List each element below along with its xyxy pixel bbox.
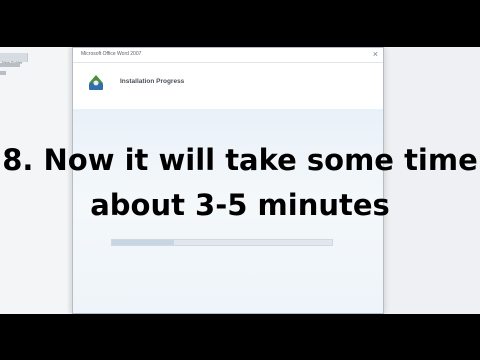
- caption-line-2: about 3-5 minutes: [90, 188, 390, 222]
- install-progress-fill: [112, 240, 174, 245]
- list-item[interactable]: [0, 63, 20, 67]
- installer-window: Microsoft Office Word 2007 × Installatio…: [72, 47, 384, 314]
- window-titlebar[interactable]: Microsoft Office Word 2007 ×: [73, 48, 383, 63]
- install-progress-bar: [111, 239, 333, 246]
- installer-header: Installation Progress: [73, 63, 383, 109]
- close-icon[interactable]: ×: [373, 49, 378, 60]
- window-title: Microsoft Office Word 2007: [81, 51, 142, 57]
- page-title: Installation Progress: [120, 78, 185, 85]
- list-item[interactable]: [0, 71, 6, 75]
- background-explorer-panel: New Folder: [0, 47, 68, 314]
- column-header[interactable]: New Folder: [0, 53, 28, 65]
- office-logo-icon: [89, 75, 103, 90]
- screen-area: New Folder Microsoft Office Word 2007 × …: [0, 47, 480, 314]
- caption-line-1: 8. Now it will take some time: [2, 143, 478, 177]
